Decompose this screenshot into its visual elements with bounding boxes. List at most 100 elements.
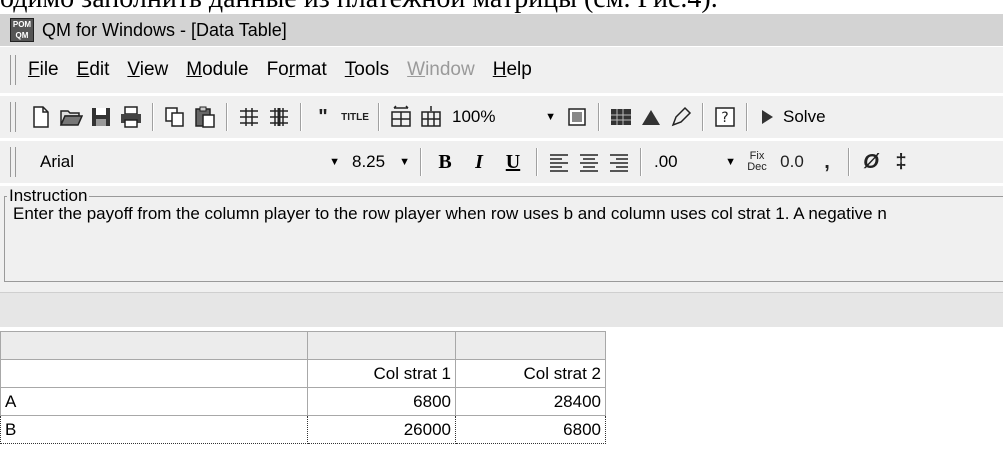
row-label[interactable]: B bbox=[0, 415, 308, 444]
menu-module[interactable]: Module bbox=[184, 57, 250, 83]
column-header[interactable]: Col strat 1 bbox=[307, 359, 456, 388]
help-icon[interactable]: ? bbox=[710, 102, 740, 132]
window-title: QM for Windows - [Data Table] bbox=[42, 19, 287, 40]
italic-label: I bbox=[475, 150, 483, 173]
font-select[interactable]: Arial ▼ bbox=[26, 148, 348, 176]
align-center-icon[interactable] bbox=[574, 147, 604, 177]
bold-button[interactable]: B bbox=[428, 147, 462, 177]
toolbar-grip[interactable] bbox=[10, 147, 16, 177]
window-icon[interactable] bbox=[562, 102, 592, 132]
menu-file[interactable]: File bbox=[26, 57, 61, 83]
chevron-down-icon: ▼ bbox=[725, 156, 736, 168]
table-header-row: Col strat 1 Col strat 2 bbox=[0, 359, 606, 388]
row-height-icon[interactable] bbox=[416, 102, 446, 132]
column-header[interactable]: Col strat 2 bbox=[455, 359, 606, 388]
table-cell[interactable]: 6800 bbox=[307, 387, 456, 416]
menu-window[interactable]: Window bbox=[405, 57, 477, 83]
format-toolbar: Arial ▼ 8.25 ▼ B I U .00 ▼ Fix Dec 0.0 ,… bbox=[0, 141, 1003, 183]
document-text-fragment: одимо заполнить данные из платежной матр… bbox=[0, 0, 1003, 14]
solve-label: Solve bbox=[783, 107, 826, 126]
menu-edit[interactable]: Edit bbox=[75, 57, 112, 83]
bold-label: B bbox=[438, 150, 452, 173]
data-table: Col strat 1 Col strat 2 A 6800 28400 B 2… bbox=[0, 327, 1003, 452]
fix-dec-label: Fix Dec bbox=[747, 150, 767, 173]
zoom-select[interactable]: 100% ▼ bbox=[446, 104, 562, 130]
column-header[interactable] bbox=[0, 359, 308, 388]
table-format-icon[interactable] bbox=[606, 102, 636, 132]
toolbar-separator bbox=[378, 103, 380, 131]
menu-view[interactable]: View bbox=[125, 57, 170, 83]
chevron-down-icon: ▼ bbox=[399, 156, 410, 168]
paste-icon[interactable] bbox=[190, 102, 220, 132]
underline-label: U bbox=[505, 150, 521, 173]
toolbar-separator bbox=[420, 148, 422, 176]
new-file-icon[interactable] bbox=[26, 102, 56, 132]
toolbar-grip[interactable] bbox=[10, 55, 16, 85]
window-titlebar: POM QM QM for Windows - [Data Table] bbox=[0, 14, 1003, 46]
play-icon bbox=[762, 110, 773, 124]
column-width-icon[interactable] bbox=[386, 102, 416, 132]
payoff-grid: Col strat 1 Col strat 2 A 6800 28400 B 2… bbox=[0, 331, 606, 444]
align-right-icon[interactable] bbox=[604, 147, 634, 177]
italic-button[interactable]: I bbox=[462, 147, 496, 177]
insert-column-icon[interactable] bbox=[264, 102, 294, 132]
edit-pen-icon[interactable] bbox=[666, 102, 696, 132]
menu-format[interactable]: Format bbox=[265, 57, 329, 83]
svg-text:?: ? bbox=[721, 110, 728, 126]
menu-help[interactable]: Help bbox=[491, 57, 534, 83]
instruction-panel: Instruction Enter the payoff from the co… bbox=[0, 186, 1003, 292]
underline-button[interactable]: U bbox=[496, 147, 530, 177]
solve-button[interactable]: Solve bbox=[762, 107, 826, 127]
toolbar-separator bbox=[746, 103, 748, 131]
instruction-legend: Instruction bbox=[9, 186, 88, 205]
title-icon[interactable]: TITLE bbox=[338, 102, 372, 132]
toolbar-grip[interactable] bbox=[10, 102, 16, 132]
table-cell[interactable] bbox=[307, 331, 456, 360]
copy-icon[interactable] bbox=[160, 102, 190, 132]
triangle-chart-icon[interactable] bbox=[636, 102, 666, 132]
comma-label: , bbox=[824, 150, 830, 173]
table-cell[interactable]: 28400 bbox=[455, 387, 606, 416]
open-folder-icon[interactable] bbox=[56, 102, 86, 132]
instruction-text: Enter the payoff from the column player … bbox=[13, 204, 887, 223]
instruction-group: Instruction Enter the payoff from the co… bbox=[4, 186, 1003, 282]
title-button-label: TITLE bbox=[341, 111, 369, 123]
row-label[interactable]: A bbox=[0, 387, 308, 416]
toolbar-separator bbox=[640, 148, 642, 176]
toolbar-separator bbox=[848, 148, 850, 176]
zero-slash-icon[interactable]: Ø bbox=[856, 147, 886, 177]
font-size-select[interactable]: 8.25 ▼ bbox=[348, 148, 414, 176]
toolbar-separator bbox=[702, 103, 704, 131]
table-cell[interactable]: 26000 bbox=[307, 415, 456, 444]
data-table-header-strip bbox=[0, 292, 1003, 328]
toolbar-separator bbox=[226, 103, 228, 131]
spacing-icon[interactable]: ‡ bbox=[886, 147, 916, 177]
menu-bar: File Edit View Module Format Tools Windo… bbox=[0, 47, 1003, 93]
table-row bbox=[0, 331, 606, 360]
comma-button[interactable]: , bbox=[812, 147, 842, 177]
toolbar-separator bbox=[598, 103, 600, 131]
font-size-value: 8.25 bbox=[352, 152, 386, 171]
table-cell[interactable] bbox=[0, 331, 308, 360]
table-cell[interactable]: 6800 bbox=[455, 415, 606, 444]
quote-icon[interactable]: " bbox=[308, 102, 338, 132]
chevron-down-icon: ▼ bbox=[545, 111, 556, 123]
number-format-label: 0.0 bbox=[780, 152, 804, 171]
decimals-select[interactable]: .00 ▼ bbox=[648, 148, 742, 176]
number-format-button[interactable]: 0.0 bbox=[772, 147, 812, 177]
zoom-value: 100% bbox=[452, 107, 496, 126]
toolbar-separator bbox=[152, 103, 154, 131]
print-icon[interactable] bbox=[116, 102, 146, 132]
table-row: B 26000 6800 bbox=[0, 415, 606, 444]
font-value: Arial bbox=[40, 152, 75, 171]
standard-toolbar: " TITLE 100% ▼ ? Solve bbox=[0, 96, 1003, 138]
save-icon[interactable] bbox=[86, 102, 116, 132]
app-icon: POM QM bbox=[10, 18, 34, 42]
align-left-icon[interactable] bbox=[544, 147, 574, 177]
table-row: A 6800 28400 bbox=[0, 387, 606, 416]
menu-tools[interactable]: Tools bbox=[343, 57, 391, 83]
fix-dec-button[interactable]: Fix Dec bbox=[742, 147, 772, 177]
insert-row-icon[interactable] bbox=[234, 102, 264, 132]
chevron-down-icon: ▼ bbox=[329, 156, 340, 168]
table-cell[interactable] bbox=[455, 331, 606, 360]
